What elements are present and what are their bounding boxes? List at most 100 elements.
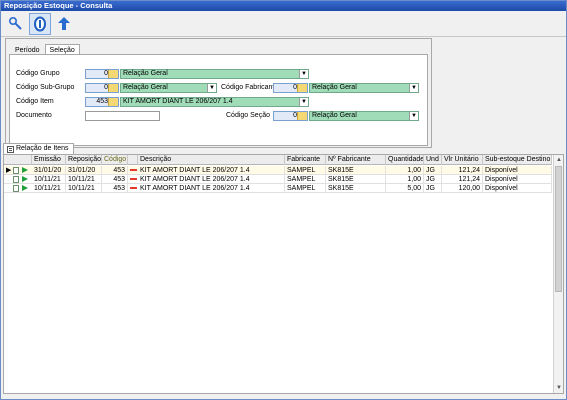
codigo-secao-input[interactable]: 0 — [273, 111, 308, 121]
cell-codigo[interactable]: 453 — [102, 166, 128, 175]
cell-und[interactable]: JG — [424, 184, 442, 193]
codigo-item-input[interactable]: 453 — [85, 97, 119, 107]
flag-icon — [22, 176, 28, 182]
selecao-panel: Código Grupo 0 Relação Geral ▼ Código Sub… — [9, 54, 428, 146]
chevron-down-icon[interactable]: ▼ — [409, 112, 418, 120]
cell-emissao[interactable]: 31/01/20 — [32, 166, 66, 175]
tab-relacao-label: Relação de Itens — [16, 145, 69, 152]
header-sub-estoque[interactable]: Sub-estoque Destino — [483, 155, 552, 165]
filter-groupbox: Período Seleção Código Grupo 0 Relação G… — [5, 38, 432, 148]
tab-relacao-itens[interactable]: Relação de Itens — [3, 143, 74, 154]
cell-qtd[interactable]: 1,00 — [386, 166, 424, 175]
cell-sub[interactable]: Disponível — [483, 166, 552, 175]
lookup-icon[interactable] — [108, 84, 118, 92]
document-icon[interactable] — [13, 176, 19, 183]
items-grid[interactable]: Emissão Reposição Código Descrição Fabri… — [3, 154, 564, 394]
status-minus-icon — [130, 178, 137, 180]
wrench-icon — [8, 16, 22, 30]
info-button[interactable] — [29, 13, 51, 35]
cell-und[interactable]: JG — [424, 166, 442, 175]
cell-reposicao[interactable]: 10/11/21 — [66, 184, 102, 193]
cell-nfab[interactable]: SK815E — [326, 175, 386, 184]
header-vlr-unitario[interactable]: Vlr Unitário — [442, 155, 483, 165]
header-emissao[interactable]: Emissão — [32, 155, 66, 165]
header-quantidade[interactable]: Quantidade — [386, 155, 424, 165]
cell-vlr[interactable]: 121,24 — [442, 166, 483, 175]
flag-icon — [22, 167, 28, 173]
codigo-grupo-input[interactable]: 0 — [85, 69, 119, 79]
app-window: Reposição Estoque - Consulta Período Sel… — [0, 0, 567, 400]
codigo-subgrupo-combo[interactable]: Relação Geral ▼ — [120, 83, 217, 93]
lookup-icon[interactable] — [108, 70, 118, 78]
cell-fabricante[interactable]: SAMPEL — [285, 175, 326, 184]
cell-nfab[interactable]: SK815E — [326, 184, 386, 193]
cell-vlr[interactable]: 121,24 — [442, 175, 483, 184]
header-und[interactable]: Und — [424, 155, 442, 165]
grid-header: Emissão Reposição Código Descrição Fabri… — [4, 155, 552, 165]
cell-sub[interactable]: Disponível — [483, 184, 552, 193]
lookup-icon[interactable] — [108, 98, 118, 106]
cell-emissao[interactable]: 10/11/21 — [32, 184, 66, 193]
codigo-grupo-label: Código Grupo — [16, 70, 60, 77]
status-minus-icon — [130, 187, 137, 189]
codigo-subgrupo-label: Código Sub-Grupo — [16, 84, 75, 91]
document-icon[interactable] — [13, 167, 19, 174]
scroll-up-icon[interactable]: ▲ — [554, 155, 564, 165]
codigo-grupo-combo[interactable]: Relação Geral ▼ — [120, 69, 309, 79]
cell-nfab[interactable]: SK815E — [326, 166, 386, 175]
flag-icon — [22, 185, 28, 191]
codigo-fabricante-combo[interactable]: Relação Geral ▼ — [309, 83, 419, 93]
cell-descricao[interactable]: KIT AMORT DIANT LE 206/207 1.4 — [138, 175, 285, 184]
codigo-subgrupo-input[interactable]: 0 — [85, 83, 119, 93]
search-tool-button[interactable] — [5, 13, 27, 35]
toolbar — [1, 11, 566, 37]
documento-input[interactable] — [85, 111, 160, 121]
chevron-down-icon[interactable]: ▼ — [299, 70, 308, 78]
codigo-fabricante-input[interactable]: 0 — [273, 83, 308, 93]
cell-reposicao[interactable]: 10/11/21 — [66, 175, 102, 184]
back-button[interactable] — [53, 13, 75, 35]
table-row[interactable]: 10/11/21 10/11/21 453 KIT AMORT DIANT LE 20… — [4, 175, 552, 184]
header-codigo[interactable]: Código — [102, 155, 128, 165]
document-icon[interactable] — [13, 185, 19, 192]
vertical-scrollbar[interactable]: ▲ ▼ — [553, 155, 563, 393]
chevron-down-icon[interactable]: ▼ — [207, 84, 216, 92]
header-indicator — [4, 155, 32, 165]
cell-codigo[interactable]: 453 — [102, 184, 128, 193]
header-descricao[interactable]: Descrição — [138, 155, 285, 165]
cell-vlr[interactable]: 120,00 — [442, 184, 483, 193]
table-row[interactable]: ▶ 31/01/20 31/01/20 453 KIT AMORT DIANT LE 2… — [4, 166, 552, 175]
cell-und[interactable]: JG — [424, 175, 442, 184]
codigo-secao-combo[interactable]: Relação Geral ▼ — [309, 111, 419, 121]
list-icon — [7, 146, 14, 153]
scroll-down-icon[interactable]: ▼ — [554, 383, 564, 393]
codigo-item-combo[interactable]: KIT AMORT DIANT LE 206/207 1.4 ▼ — [120, 97, 309, 107]
header-reposicao[interactable]: Reposição — [66, 155, 102, 165]
cell-codigo[interactable]: 453 — [102, 175, 128, 184]
chevron-down-icon[interactable]: ▼ — [299, 98, 308, 106]
cell-qtd[interactable]: 5,00 — [386, 184, 424, 193]
cell-descricao[interactable]: KIT AMORT DIANT LE 206/207 1.4 — [138, 184, 285, 193]
table-row[interactable]: 10/11/21 10/11/21 453 KIT AMORT DIANT LE 20… — [4, 184, 552, 193]
cell-sub[interactable]: Disponível — [483, 175, 552, 184]
cell-descricao[interactable]: KIT AMORT DIANT LE 206/207 1.4 — [138, 166, 285, 175]
back-arrow-icon — [58, 17, 70, 30]
cell-emissao[interactable]: 10/11/21 — [32, 175, 66, 184]
current-row-icon: ▶ — [6, 167, 12, 174]
chevron-down-icon[interactable]: ▼ — [409, 84, 418, 92]
status-minus-icon — [130, 169, 137, 171]
header-nfabricante[interactable]: Nº Fabricante — [326, 155, 386, 165]
documento-label: Documento — [16, 112, 52, 119]
window-title: Reposição Estoque - Consulta — [1, 1, 566, 11]
cell-fabricante[interactable]: SAMPEL — [285, 184, 326, 193]
info-icon — [34, 16, 46, 32]
lookup-icon[interactable] — [297, 112, 307, 120]
cell-reposicao[interactable]: 31/01/20 — [66, 166, 102, 175]
cell-qtd[interactable]: 1,00 — [386, 175, 424, 184]
scroll-thumb[interactable] — [555, 166, 562, 292]
header-fabricante[interactable]: Fabricante — [285, 155, 326, 165]
lookup-icon[interactable] — [297, 84, 307, 92]
cell-fabricante[interactable]: SAMPEL — [285, 166, 326, 175]
codigo-item-label: Código Item — [16, 98, 54, 105]
codigo-fabricante-label: Código Fabricante — [221, 84, 279, 91]
